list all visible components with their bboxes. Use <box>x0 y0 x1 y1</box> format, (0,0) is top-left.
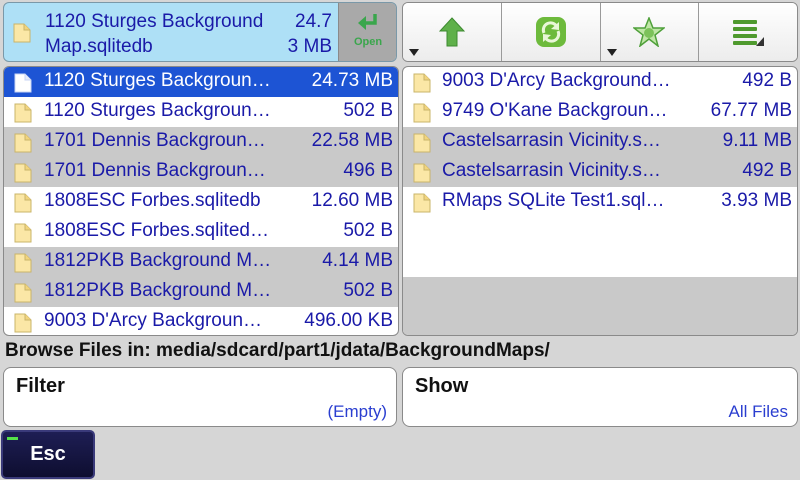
file-size: 9.11 MB <box>722 130 792 151</box>
file-name: 9003 D'Arcy Backgroun… <box>44 310 263 331</box>
file-name: 1812PKB Background M… <box>44 250 272 271</box>
favorites-button[interactable] <box>600 3 700 61</box>
file-icon <box>413 73 431 98</box>
file-icon <box>14 223 32 248</box>
show-value: All Files <box>728 402 788 421</box>
selected-file-name-line1: 1120 Sturges Background <box>45 11 264 32</box>
empty-row <box>403 307 797 335</box>
file-name: Castelsarrasin Vicinity.s… <box>442 160 661 181</box>
file-row[interactable]: 1812PKB Background M… 502 B <box>4 277 398 307</box>
file-icon <box>413 133 431 158</box>
file-icon <box>14 103 32 128</box>
file-row[interactable]: 9003 D'Arcy Backgroun… 496.00 KB <box>4 307 398 335</box>
file-size: 496 B <box>343 160 393 181</box>
filter-field[interactable]: Filter (Empty) <box>3 367 397 427</box>
dropdown-indicator-icon <box>606 49 617 56</box>
refresh-icon <box>535 17 566 47</box>
file-size: 502 B <box>343 280 393 301</box>
selected-file-size-line2: 3 MB <box>287 36 332 57</box>
file-row[interactable]: 9749 O'Kane Backgroun… 67.77 MB <box>403 97 797 127</box>
filter-title: Filter <box>16 375 65 397</box>
selected-file-panel[interactable]: 1120 Sturges Background Map.sqlitedb 24.… <box>3 2 397 62</box>
focus-indicator <box>7 437 18 440</box>
file-size: 492 B <box>742 160 792 181</box>
selected-file-name-line2: Map.sqlitedb <box>45 36 153 57</box>
open-button-label: Open <box>353 36 383 48</box>
file-icon <box>413 163 431 188</box>
file-row[interactable]: 1701 Dennis Backgroun… 22.58 MB <box>4 127 398 157</box>
file-size: 67.77 MB <box>710 100 792 121</box>
file-icon <box>413 103 431 128</box>
file-size: 502 B <box>343 100 393 121</box>
up-folder-button[interactable] <box>403 3 502 61</box>
file-size: 12.60 MB <box>311 190 393 211</box>
list-menu-icon <box>733 20 765 46</box>
star-icon <box>633 17 666 47</box>
file-row[interactable]: RMaps SQLite Test1.sql… 3.93 MB <box>403 187 797 217</box>
file-name: 1812PKB Background M… <box>44 280 272 301</box>
file-icon <box>14 313 32 335</box>
file-name: Castelsarrasin Vicinity.s… <box>442 130 661 151</box>
file-icon <box>13 23 31 48</box>
file-row[interactable]: Castelsarrasin Vicinity.s… 9.11 MB <box>403 127 797 157</box>
file-name: 1808ESC Forbes.sqlitedb <box>44 190 261 211</box>
toolbar <box>402 2 798 62</box>
file-name: 1120 Sturges Backgroun… <box>44 70 271 91</box>
file-size: 4.14 MB <box>322 250 393 271</box>
file-size: 24.73 MB <box>311 70 393 91</box>
selected-file-size-line1: 24.7 <box>295 11 332 32</box>
file-icon <box>14 283 32 308</box>
file-name: 1701 Dennis Backgroun… <box>44 130 266 151</box>
file-name: 9749 O'Kane Backgroun… <box>442 100 668 121</box>
open-button[interactable]: Open <box>338 3 396 61</box>
file-icon <box>14 163 32 188</box>
file-size: 492 B <box>742 70 792 91</box>
file-row[interactable]: 1812PKB Background M… 4.14 MB <box>4 247 398 277</box>
file-name: 1701 Dennis Backgroun… <box>44 160 266 181</box>
file-icon <box>413 193 431 218</box>
empty-row <box>403 247 797 277</box>
file-list-right: 9003 D'Arcy Background… 492 B 9749 O'Kane … <box>402 66 798 336</box>
file-size: 496.00 KB <box>304 310 393 331</box>
file-row[interactable]: 1808ESC Forbes.sqlitedb 12.60 MB <box>4 187 398 217</box>
show-selector[interactable]: Show All Files <box>402 367 798 427</box>
refresh-button[interactable] <box>501 3 601 61</box>
file-icon <box>14 133 32 158</box>
up-arrow-icon <box>438 17 465 47</box>
filter-value: (Empty) <box>327 402 388 421</box>
file-icon <box>14 73 32 98</box>
file-name: 1808ESC Forbes.sqlited… <box>44 220 269 241</box>
browse-path: Browse Files in: media/sdcard/part1/jdat… <box>5 340 550 361</box>
file-row[interactable]: 1808ESC Forbes.sqlited… 502 B <box>4 217 398 247</box>
file-row[interactable]: 1120 Sturges Backgroun… 502 B <box>4 97 398 127</box>
file-name: 9003 D'Arcy Background… <box>442 70 671 91</box>
esc-button-label: Esc <box>30 443 66 465</box>
empty-row <box>403 217 797 247</box>
show-title: Show <box>415 375 469 397</box>
file-size: 502 B <box>343 220 393 241</box>
enter-arrow-icon <box>356 12 380 39</box>
file-icon <box>14 193 32 218</box>
esc-button[interactable]: Esc <box>1 430 95 479</box>
empty-row <box>403 277 797 307</box>
dropdown-indicator-icon <box>409 49 419 56</box>
file-size: 22.58 MB <box>311 130 393 151</box>
file-list-left: 1120 Sturges Backgroun… 24.73 MB 1120 Stur… <box>3 66 399 336</box>
file-name: 1120 Sturges Backgroun… <box>44 100 271 121</box>
file-name: RMaps SQLite Test1.sql… <box>442 190 665 211</box>
file-icon <box>14 253 32 278</box>
file-row[interactable]: 1120 Sturges Backgroun… 24.73 MB <box>4 67 398 97</box>
file-size: 3.93 MB <box>721 190 792 211</box>
file-row[interactable]: Castelsarrasin Vicinity.s… 492 B <box>403 157 797 187</box>
file-row[interactable]: 9003 D'Arcy Background… 492 B <box>403 67 797 97</box>
menu-button[interactable] <box>699 3 797 61</box>
file-row[interactable]: 1701 Dennis Backgroun… 496 B <box>4 157 398 187</box>
